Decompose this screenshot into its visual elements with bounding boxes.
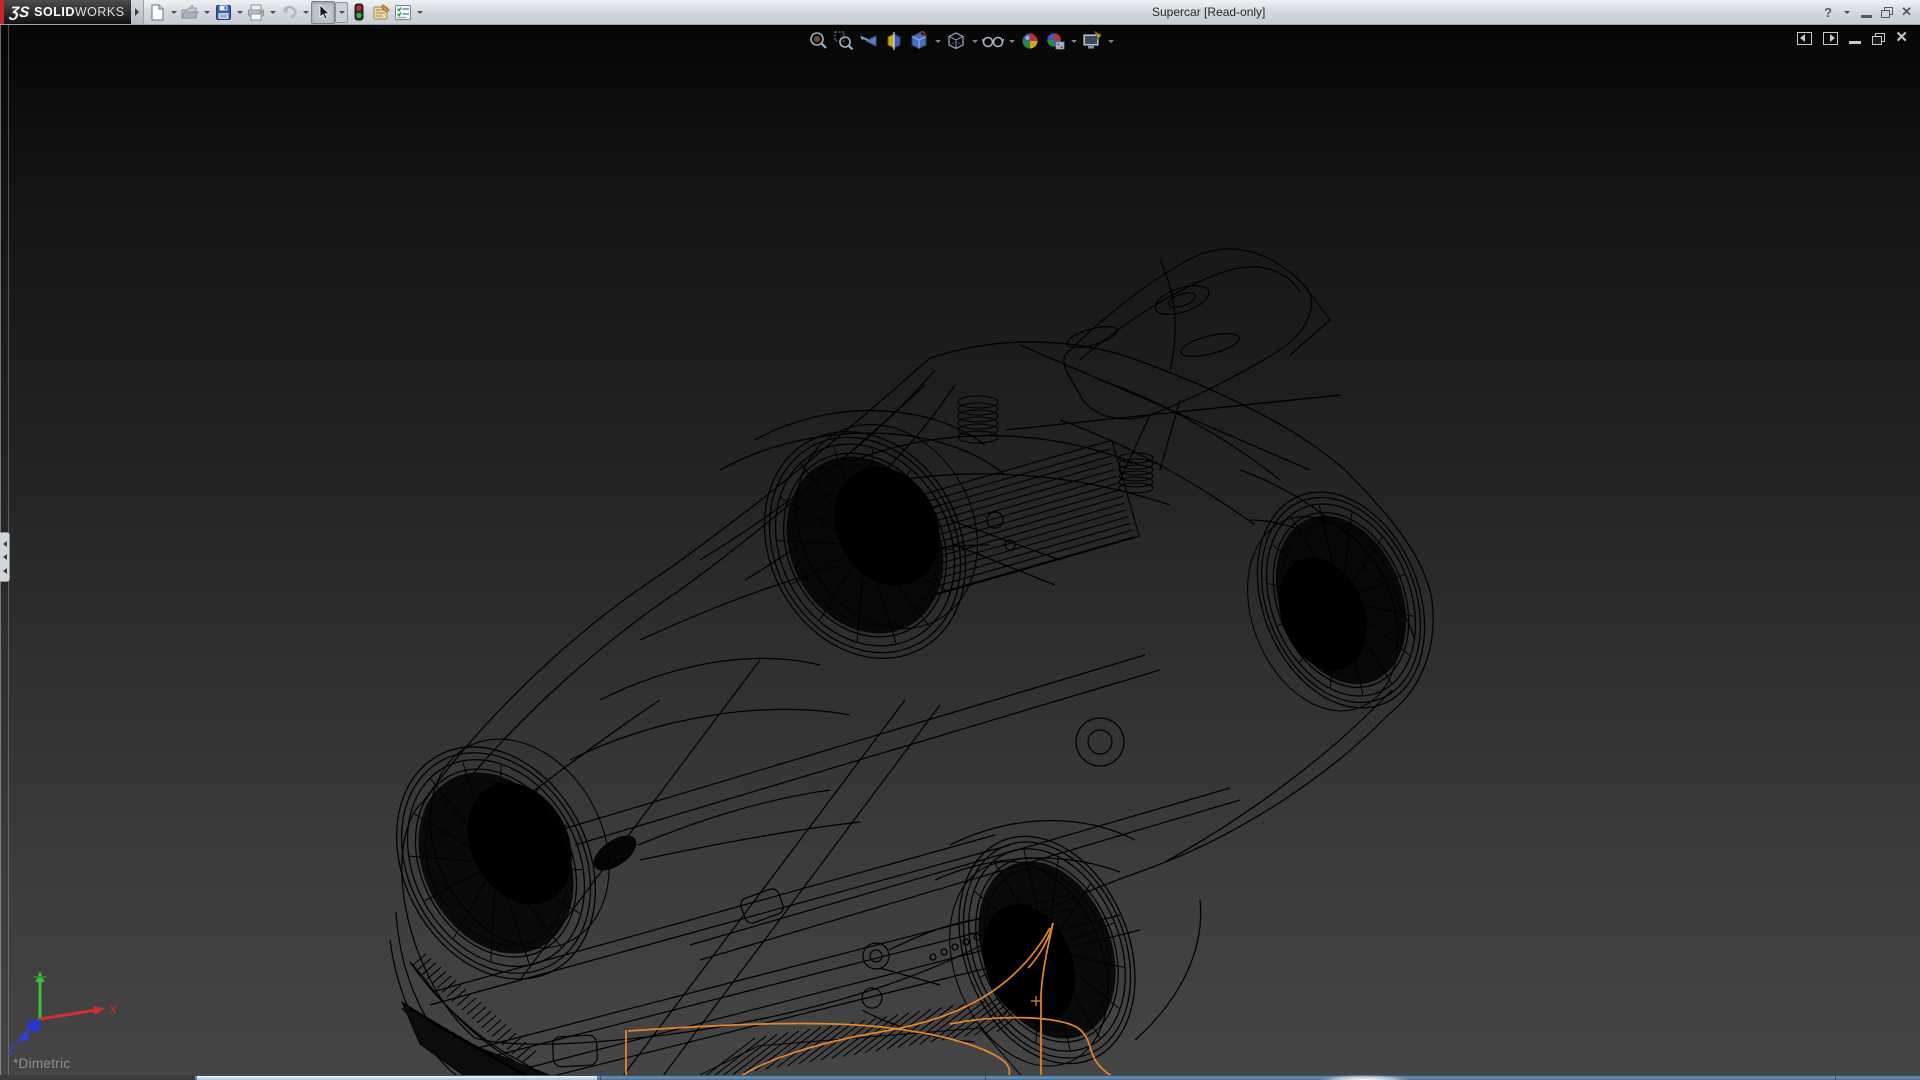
view-settings-dropdown[interactable] (1106, 30, 1115, 52)
hide-show-items-dropdown[interactable] (1007, 30, 1016, 52)
eyeglasses-icon (982, 31, 1004, 51)
titlebar: ƷS SOLIDWORKS (0, 0, 1920, 25)
app-restore-button[interactable] (1881, 4, 1892, 20)
view-orientation-button[interactable] (908, 30, 930, 52)
save-dropdown[interactable] (234, 2, 245, 23)
doc-restore-button[interactable] (1872, 33, 1884, 44)
save-icon (215, 4, 232, 21)
zoom-to-fit-button[interactable] (808, 30, 830, 52)
taskbar-divider (985, 1075, 986, 1080)
collapsed-panel-tab[interactable] (0, 532, 10, 582)
select-button[interactable] (311, 1, 335, 24)
help-dropdown[interactable] (1841, 2, 1852, 23)
taskbar-divider (600, 1075, 601, 1080)
previous-view-icon (859, 31, 879, 51)
reference-triad[interactable]: X Z (0, 947, 130, 1057)
restore-icon (1881, 7, 1892, 17)
titlebar-controls: ? ✕ (1824, 0, 1912, 24)
select-cursor-icon (316, 4, 331, 21)
view-orientation-dropdown[interactable] (933, 30, 942, 52)
view-orientation-cube-icon (909, 31, 929, 51)
edit-appearance-button[interactable] (1019, 30, 1041, 52)
restore-icon (1872, 33, 1884, 44)
options-checklist-icon (394, 4, 412, 21)
options-button[interactable] (392, 2, 414, 23)
taskbar-edge[interactable] (0, 1075, 1920, 1080)
open-dropdown[interactable] (201, 2, 212, 23)
view-orientation-label: *Dimetric (13, 1056, 70, 1071)
zoom-to-fit-icon (809, 31, 829, 51)
zoom-to-area-button[interactable] (833, 30, 855, 52)
main-toolbar (146, 0, 425, 24)
wheel-rear-right (1214, 467, 1456, 738)
hide-show-items-button[interactable] (982, 30, 1004, 52)
logo-mark: ƷS (9, 4, 30, 21)
new-document-dropdown[interactable] (168, 2, 179, 23)
print-dropdown[interactable] (267, 2, 278, 23)
car-wireframe-canvas[interactable] (0, 24, 1920, 1075)
pane-left-icon (1797, 32, 1812, 45)
app-close-button[interactable]: ✕ (1901, 4, 1912, 20)
chevron-right-icon (135, 8, 139, 16)
chevron-left-icon (3, 541, 7, 547)
display-style-cube-icon (946, 31, 966, 51)
logo-red-stripe (0, 0, 4, 24)
options-dropdown[interactable] (414, 2, 425, 23)
triad-z-label: Z (7, 1043, 16, 1057)
logo-text-light: WORKS (75, 5, 125, 19)
taskbar-highlight-segment[interactable] (197, 1076, 597, 1080)
car-body-wireframe (390, 249, 1433, 1075)
save-button[interactable] (212, 2, 234, 23)
menu-expand-arrow[interactable] (131, 0, 144, 24)
taskbar-divider (1835, 1075, 1836, 1080)
graphics-viewport[interactable]: ✕ X Z *Dimetric (0, 24, 1920, 1075)
pane-right-icon (1823, 32, 1838, 45)
document-window-controls: ✕ (1797, 31, 1908, 45)
doc-minimize-button[interactable] (1849, 32, 1861, 44)
display-style-button[interactable] (945, 30, 967, 52)
apply-scene-button[interactable] (1044, 30, 1066, 52)
file-properties-icon (372, 4, 391, 21)
select-dropdown[interactable] (335, 2, 348, 23)
appearance-ball-icon (1020, 31, 1040, 51)
file-properties-button[interactable] (370, 2, 392, 23)
new-document-button[interactable] (146, 2, 168, 23)
triad-x-label: X (108, 1003, 118, 1017)
previous-view-button[interactable] (858, 30, 880, 52)
zoom-to-area-icon (834, 31, 854, 51)
help-button[interactable]: ? (1824, 4, 1832, 20)
display-style-dropdown[interactable] (970, 30, 979, 52)
undo-dropdown[interactable] (300, 2, 311, 23)
logo-text-bold: SOLID (34, 5, 75, 19)
window-title: Supercar [Read-only] (1152, 0, 1265, 24)
undo-button[interactable] (278, 2, 300, 23)
minimize-icon (1849, 41, 1861, 44)
app-minimize-button[interactable] (1861, 4, 1872, 20)
chevron-left-icon (3, 568, 7, 574)
view-settings-icon (1082, 31, 1102, 51)
taskbar-glow (1322, 1075, 1407, 1080)
apply-scene-icon (1045, 31, 1065, 51)
rebuild-traffic-light-button[interactable] (348, 2, 370, 23)
undo-icon (280, 4, 298, 21)
section-view-icon (884, 31, 904, 51)
open-button[interactable] (179, 2, 201, 23)
pane-left-button[interactable] (1797, 32, 1812, 45)
apply-scene-dropdown[interactable] (1069, 30, 1078, 52)
doc-close-button[interactable]: ✕ (1895, 31, 1908, 45)
open-icon (181, 4, 199, 21)
pane-right-button[interactable] (1823, 32, 1838, 45)
chevron-left-icon (3, 554, 7, 560)
minimize-icon (1861, 15, 1872, 18)
solidworks-logo: ƷS SOLIDWORKS (0, 0, 131, 24)
print-icon (247, 4, 265, 21)
section-view-button[interactable] (883, 30, 905, 52)
view-settings-button[interactable] (1081, 30, 1103, 52)
headsup-view-toolbar (808, 28, 1115, 54)
print-button[interactable] (245, 2, 267, 23)
traffic-light-icon (353, 3, 365, 21)
new-document-icon (149, 4, 166, 21)
